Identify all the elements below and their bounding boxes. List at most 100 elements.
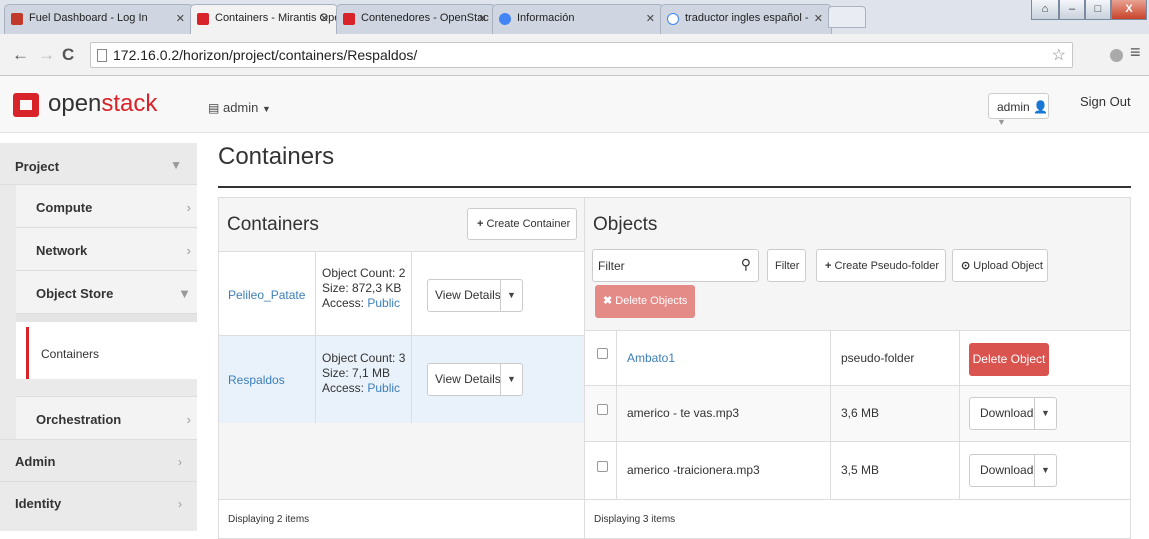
sidebar-item-orchestration[interactable]: Orchestration › — [16, 396, 197, 439]
user-icon: 👤 — [1033, 100, 1048, 114]
upload-icon: ⊙ — [961, 260, 971, 272]
bookmark-star-icon[interactable]: ☆ — [1052, 45, 1066, 65]
column-divider — [315, 336, 316, 423]
object-count: Object Count: 2 — [322, 266, 406, 280]
access-link[interactable]: Public — [367, 296, 400, 310]
column-divider — [830, 331, 831, 385]
close-window-button[interactable]: X — [1111, 0, 1147, 20]
url-bar[interactable]: 172.16.0.2/horizon/project/containers/Re… — [90, 42, 1073, 68]
row-checkbox[interactable] — [597, 461, 608, 472]
table-row[interactable]: americo - te vas.mp3 3,6 MB Download ▼ — [585, 385, 1130, 441]
sidebar-item-containers[interactable]: Containers — [26, 327, 197, 379]
filter-input[interactable]: Filter ⚲ — [592, 249, 759, 282]
column-divider — [959, 386, 960, 441]
plus-icon: + — [825, 260, 832, 272]
user-profile-window-icon[interactable]: ⌂ — [1031, 0, 1059, 20]
object-size: 3,5 MB — [841, 463, 880, 477]
column-divider — [616, 386, 617, 441]
create-container-button[interactable]: + Create Container — [467, 208, 577, 240]
column-divider — [959, 331, 960, 385]
sidebar-item-network[interactable]: Network › — [16, 228, 197, 271]
project-name: admin — [222, 100, 259, 115]
tab-fuel-dashboard[interactable]: Fuel Dashboard - Log In ✕ — [4, 4, 194, 34]
sidebar-item-label: Project — [15, 159, 60, 174]
tab-traductor[interactable]: traductor ingles español - ✕ — [660, 4, 832, 34]
openstack-favicon-icon — [343, 13, 355, 25]
access-link[interactable]: Public — [367, 381, 400, 395]
button-label: Download — [980, 406, 1034, 420]
menu-icon[interactable]: ≡ — [1130, 42, 1141, 63]
delete-object-button[interactable]: Delete Object — [969, 343, 1049, 376]
access-label: Access: — [322, 381, 365, 395]
x-icon: ✖ — [603, 295, 613, 307]
container-name-link[interactable]: Pelileo_Patate — [228, 288, 305, 302]
project-icon: ▤ — [208, 101, 220, 115]
tab-title: Fuel Dashboard - Log In — [29, 12, 148, 24]
button-label: Delete Objects — [615, 295, 688, 307]
row-checkbox[interactable] — [597, 348, 608, 359]
google-favicon-icon — [667, 13, 679, 25]
tab-title: Contenedores - OpenStac — [361, 12, 489, 24]
chevron-down-icon: ▼ — [178, 286, 191, 301]
caret-down-icon[interactable]: ▼ — [507, 364, 516, 395]
button-label: Create Container — [486, 218, 571, 230]
reload-icon[interactable]: C — [62, 45, 74, 65]
container-metadata: Object Count: 3 Size: 7,1 MB Access: Pub… — [322, 351, 405, 396]
tab-contenedores[interactable]: Contenedores - OpenStac ✕ — [336, 4, 496, 34]
sidebar-item-project[interactable]: Project ▼ — [0, 143, 197, 185]
sidebar-item-object-store[interactable]: Object Store ▼ — [16, 271, 197, 314]
object-name-link[interactable]: Ambato1 — [627, 351, 675, 365]
view-details-button[interactable]: View Details ▼ — [427, 279, 523, 312]
container-size: Size: 872,3 KB — [322, 281, 402, 295]
access-label: Access: — [322, 296, 365, 310]
openstack-logo[interactable]: openstack — [48, 90, 157, 118]
objects-panel: Objects Filter ⚲ Filter + Create Pseudo-… — [585, 198, 1130, 538]
sign-out-link[interactable]: Sign Out — [1080, 94, 1131, 109]
container-name-link[interactable]: Respaldos — [228, 373, 285, 387]
chevron-right-icon: › — [186, 243, 191, 258]
upload-object-button[interactable]: ⊙ Upload Object — [952, 249, 1048, 282]
table-row[interactable]: Respaldos Object Count: 3 Size: 7,1 MB A… — [219, 335, 584, 423]
forward-icon[interactable]: → — [38, 45, 55, 65]
user-menu[interactable]: admin 👤 ▼ — [988, 93, 1049, 127]
row-checkbox[interactable] — [597, 404, 608, 415]
close-icon[interactable]: ✕ — [320, 12, 329, 25]
new-tab-button[interactable] — [828, 6, 866, 28]
create-pseudo-folder-button[interactable]: + Create Pseudo-folder — [816, 249, 946, 282]
view-details-button[interactable]: View Details ▼ — [427, 363, 523, 396]
sidebar-item-label: Object Store — [36, 286, 114, 301]
sidebar-item-admin[interactable]: Admin › — [0, 439, 197, 481]
column-divider — [411, 252, 412, 335]
sidebar-item-identity[interactable]: Identity › — [0, 481, 197, 531]
download-button[interactable]: Download ▼ — [969, 454, 1057, 487]
download-button[interactable]: Download ▼ — [969, 397, 1057, 430]
close-icon[interactable]: ✕ — [646, 12, 655, 25]
tab-informacion[interactable]: Información ✕ — [492, 4, 664, 34]
column-divider — [411, 336, 412, 423]
column-divider — [830, 442, 831, 499]
extension-icon[interactable] — [1110, 49, 1123, 62]
browser-tab-bar: Fuel Dashboard - Log In ✕ Containers - M… — [0, 0, 1149, 35]
close-icon[interactable]: ✕ — [176, 12, 185, 25]
table-row[interactable]: Ambato1 pseudo-folder Delete Object — [585, 330, 1130, 385]
sidebar-item-compute[interactable]: Compute › — [16, 185, 197, 228]
sidebar-item-label: Network — [36, 243, 88, 258]
delete-objects-button[interactable]: ✖ Delete Objects — [595, 285, 695, 318]
table-row[interactable]: Pelileo_Patate Object Count: 2 Size: 872… — [219, 251, 584, 335]
close-icon[interactable]: ✕ — [814, 12, 823, 25]
table-row[interactable]: americo -traicionera.mp3 3,5 MB Download… — [585, 441, 1130, 499]
tab-containers[interactable]: Containers - Mirantis Ope ✕ — [190, 4, 338, 35]
back-icon[interactable]: ← — [12, 45, 29, 65]
caret-down-icon: ▼ — [262, 104, 271, 114]
caret-down-icon[interactable]: ▼ — [1041, 455, 1050, 486]
project-selector[interactable]: ▤ admin ▼ — [208, 100, 271, 115]
close-icon[interactable]: ✕ — [478, 12, 487, 25]
object-name: americo - te vas.mp3 — [627, 406, 740, 420]
caret-down-icon[interactable]: ▼ — [1041, 398, 1050, 429]
app-header: openstack ▤ admin ▼ admin 👤 ▼ Sign Out — [0, 76, 1149, 133]
swift-browser-panel: Containers + Create Container Pelileo_Pa… — [218, 197, 1131, 539]
filter-button[interactable]: Filter — [767, 249, 806, 282]
minimize-button[interactable]: – — [1059, 0, 1085, 20]
maximize-button[interactable]: □ — [1085, 0, 1111, 20]
caret-down-icon[interactable]: ▼ — [507, 280, 516, 311]
